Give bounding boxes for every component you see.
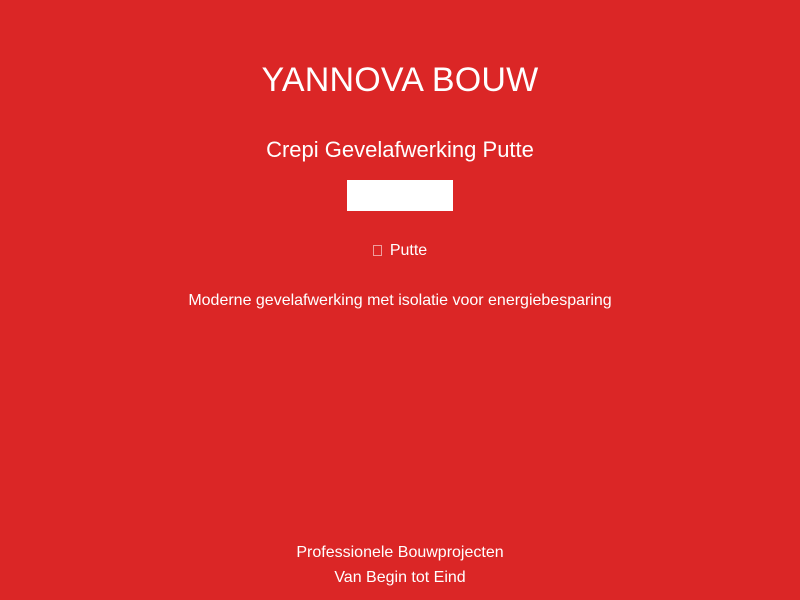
image-placeholder (347, 180, 453, 211)
location-label: Putte (389, 242, 428, 259)
location-line: Putte (0, 241, 800, 261)
footer-line-2: Van Begin tot Eind (334, 569, 466, 586)
map-pin-icon (372, 245, 382, 256)
brand-title: YANNOVA BOUW (261, 61, 539, 99)
project-description: Moderne gevelafwerking met isolatie voor… (188, 292, 612, 309)
footer-line-1: Professionele Bouwprojecten (296, 544, 504, 561)
page-title: Crepi Gevelafwerking Putte (266, 137, 534, 162)
footer: Professionele Bouwprojecten Van Begin to… (0, 540, 800, 590)
page: YANNOVA BOUW Crepi Gevelafwerking Putte … (0, 0, 800, 600)
